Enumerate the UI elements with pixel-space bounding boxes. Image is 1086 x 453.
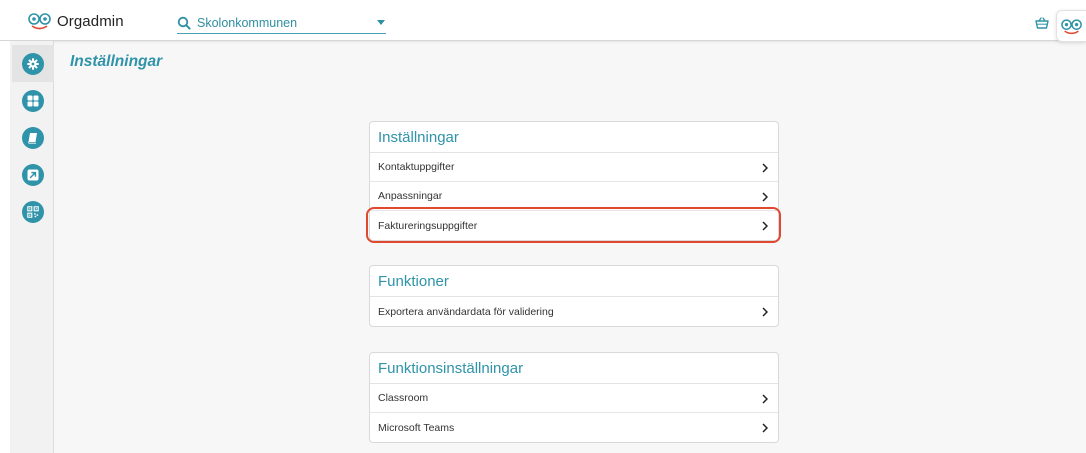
- row-contact-details[interactable]: Kontaktuppgifter: [370, 153, 778, 182]
- top-bar: Orgadmin Skolonkommunen: [0, 0, 1086, 42]
- page-title: Inställningar: [70, 53, 163, 70]
- qr-code-icon: [27, 205, 39, 218]
- row-label: Exportera användardata för validering: [378, 305, 554, 318]
- sidebar-item-external[interactable]: [12, 156, 54, 193]
- row-label: Faktureringsuppgifter: [378, 219, 478, 232]
- profile-button[interactable]: [1056, 10, 1086, 42]
- row-export-user-data[interactable]: Exportera användardata för validering: [370, 297, 778, 326]
- functions-card-title: Funktioner: [370, 266, 778, 297]
- chevron-right-icon: [762, 394, 768, 404]
- row-billing-details[interactable]: Faktureringsuppgifter: [370, 211, 778, 240]
- row-label: Microsoft Teams: [378, 421, 455, 434]
- row-label: Classroom: [378, 392, 429, 404]
- settings-card: Inställningar Kontaktuppgifter Anpassnin…: [369, 121, 779, 241]
- chevron-right-icon: [762, 423, 768, 433]
- basket-icon[interactable]: [1035, 17, 1049, 29]
- row-label: Kontaktuppgifter: [378, 161, 455, 173]
- sidebar-rail: [0, 41, 10, 453]
- row-customizations[interactable]: Anpassningar: [370, 182, 778, 211]
- chevron-right-icon: [762, 307, 768, 317]
- settings-card-title: Inställningar: [370, 122, 778, 153]
- search-icon: [177, 16, 191, 30]
- brand-name: Orgadmin: [57, 12, 124, 30]
- chevron-down-icon: [377, 20, 385, 25]
- functions-card: Funktioner Exportera användardata för va…: [369, 265, 779, 327]
- grid-icon: [27, 95, 39, 106]
- external-link-icon: [27, 169, 39, 180]
- chevron-right-icon: [762, 221, 768, 231]
- gear-icon: [27, 57, 39, 70]
- profile-logo-icon: [1060, 18, 1082, 34]
- book-icon: [28, 132, 37, 144]
- chevron-right-icon: [762, 192, 768, 202]
- sidebar-item-apps[interactable]: [12, 82, 54, 119]
- organization-select[interactable]: Skolonkommunen: [177, 12, 386, 34]
- sidebar-item-settings[interactable]: [12, 45, 54, 82]
- sidebar-item-qr[interactable]: [12, 193, 54, 230]
- sidebar-item-licenses[interactable]: [12, 119, 54, 156]
- row-classroom[interactable]: Classroom: [370, 384, 778, 413]
- row-microsoft-teams[interactable]: Microsoft Teams: [370, 413, 778, 442]
- function-settings-card-title: Funktionsinställningar: [370, 353, 778, 384]
- function-settings-card: Funktionsinställningar Classroom Microso…: [369, 352, 779, 443]
- sidebar: [0, 41, 54, 453]
- app-logo[interactable]: Orgadmin: [28, 11, 124, 31]
- row-label: Anpassningar: [378, 190, 443, 202]
- organization-select-value: Skolonkommunen: [197, 15, 298, 30]
- logo-eyes-icon: [28, 13, 51, 30]
- chevron-right-icon: [762, 163, 768, 173]
